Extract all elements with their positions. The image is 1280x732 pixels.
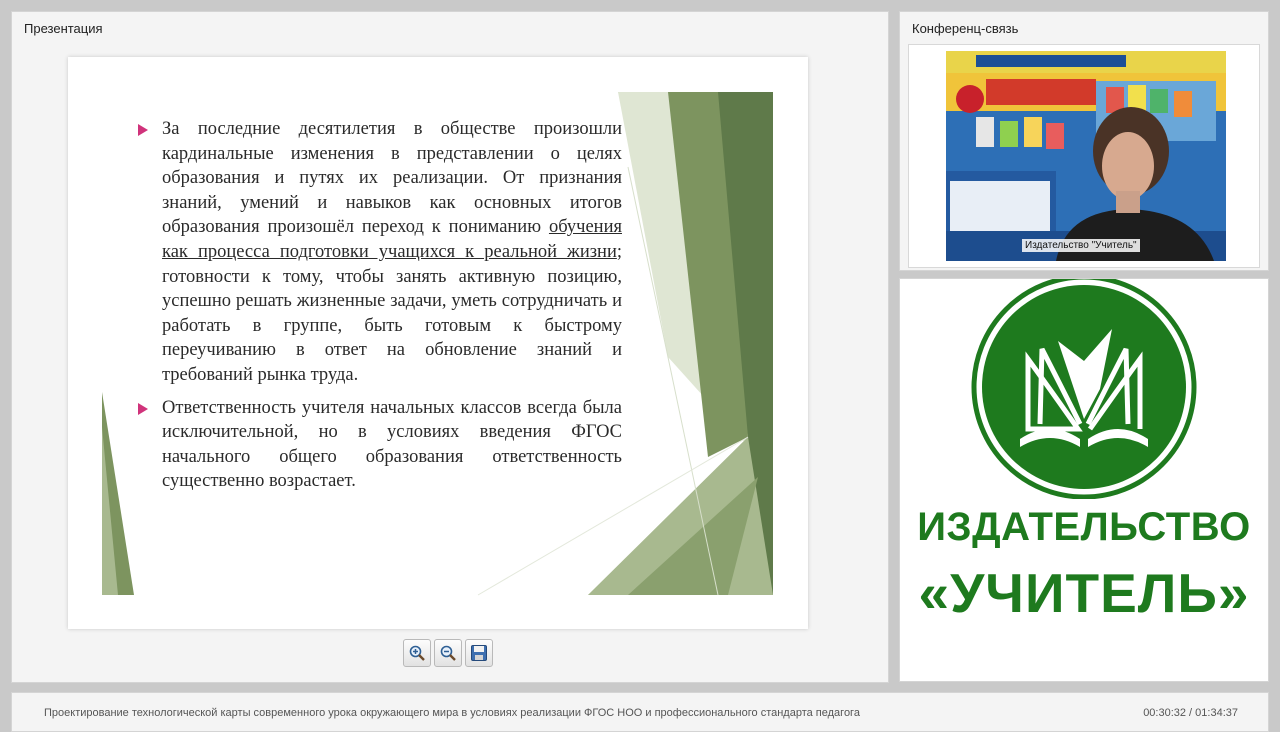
presentation-panel: Презентация За последние десятилетия в о… [11, 11, 889, 683]
webcam-video[interactable]: Издательство "Учитель" [946, 51, 1226, 261]
publisher-name-line1: ИЗДАТЕЛЬСТВО [917, 505, 1251, 549]
conference-panel-title: Конференц-связь [912, 21, 1019, 36]
webcam-image [946, 51, 1226, 261]
zoom-out-icon [440, 645, 456, 661]
zoom-in-icon [409, 645, 425, 661]
slide-bullet-1: За последние десятилетия в обществе прои… [138, 117, 622, 388]
zoom-out-button[interactable] [434, 639, 462, 667]
bullet-2-text: Ответственность учителя начальных классо… [162, 397, 622, 492]
conference-panel: Конференц-связь Издательство "Учитель" [899, 11, 1269, 271]
video-participant-label: Издательство "Учитель" [1022, 239, 1140, 252]
save-icon [471, 645, 487, 661]
save-button[interactable] [465, 639, 493, 667]
presentation-panel-title: Презентация [24, 21, 103, 36]
bullet-arrow-icon [138, 124, 148, 136]
zoom-in-button[interactable] [403, 639, 431, 667]
publisher-name-line2: «УЧИТЕЛЬ» [918, 562, 1250, 624]
footer-bar: Проектирование технологической карты сов… [11, 692, 1269, 732]
video-container: Издательство "Учитель" [908, 44, 1260, 268]
slide-text: За последние десятилетия в обществе прои… [138, 117, 622, 502]
bullet-arrow-icon [138, 402, 148, 415]
presentation-slide: За последние десятилетия в обществе прои… [68, 57, 808, 629]
slide-bullet-2: Ответственность учителя начальных классо… [138, 396, 622, 494]
publisher-logo-icon [971, 279, 1197, 499]
publisher-logo-panel: ИЗДАТЕЛЬСТВО «УЧИТЕЛЬ» [899, 278, 1269, 682]
webinar-title: Проектирование технологической карты сов… [44, 707, 860, 719]
slide-toolbar [403, 639, 493, 667]
bullet-1-text-end: ; готовности к тому, чтобы занять активн… [162, 241, 622, 385]
playback-time: 00:30:32 / 01:34:37 [1143, 707, 1238, 719]
